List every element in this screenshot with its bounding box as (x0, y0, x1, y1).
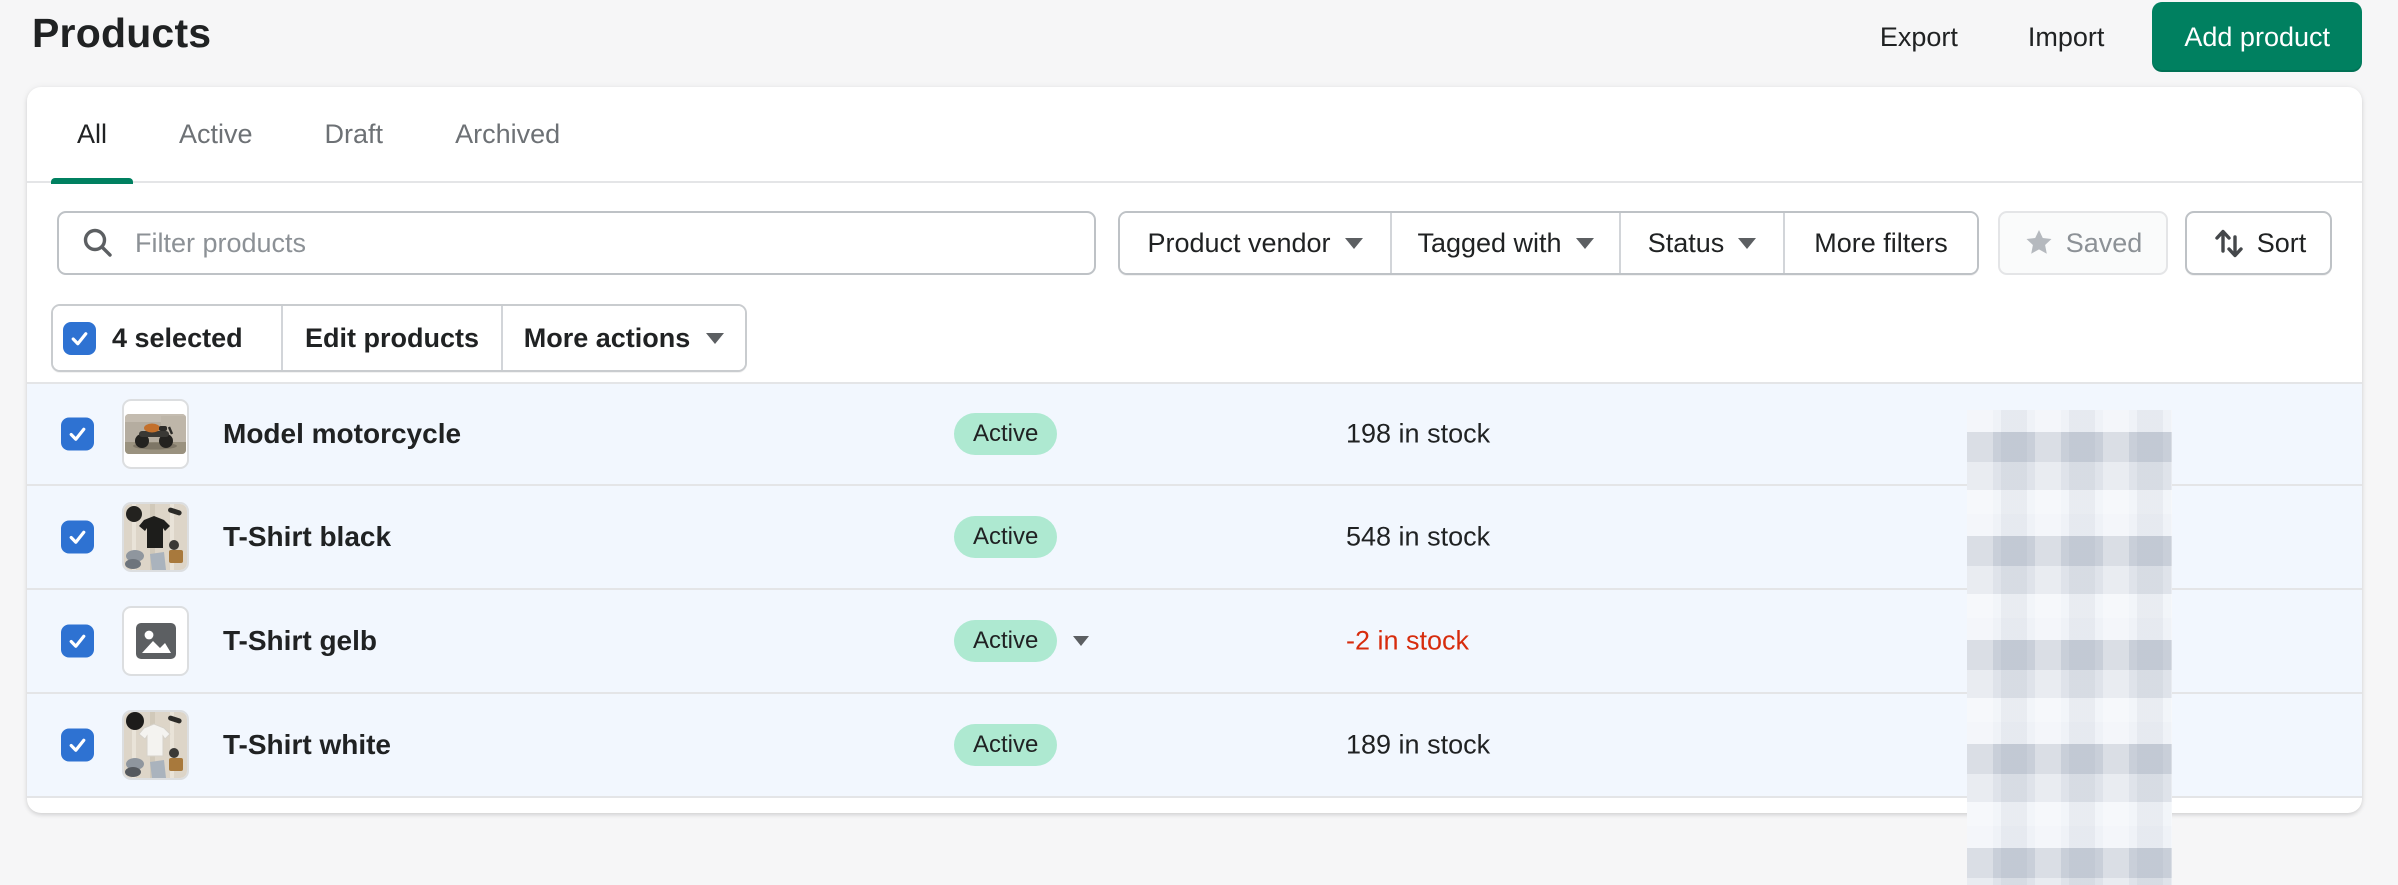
select-all-checkbox[interactable] (63, 321, 96, 355)
product-name[interactable]: T-Shirt black (223, 521, 391, 553)
product-inventory: 189 in stock (1346, 729, 1491, 760)
product-thumbnail-white-tshirt (122, 710, 189, 780)
caret-down-icon (706, 332, 725, 344)
product-inventory: 548 in stock (1346, 521, 1491, 552)
status-badge: Active (954, 724, 1058, 766)
search-icon (83, 228, 112, 257)
check-icon (71, 331, 88, 345)
check-icon (69, 530, 86, 544)
tab-active[interactable]: Active (153, 86, 279, 182)
edit-products-button[interactable]: Edit products (281, 306, 501, 370)
saved-filters-button[interactable]: Saved (1998, 211, 2168, 275)
more-filters-button[interactable]: More filters (1783, 213, 1977, 273)
sort-arrows-icon (2215, 229, 2243, 258)
tagged-with-filter-button[interactable]: Tagged with (1390, 213, 1619, 273)
sort-button[interactable]: Sort (2185, 211, 2332, 275)
product-row-tshirt-black[interactable]: T-Shirt black Active 548 in stock (27, 486, 2362, 590)
product-row-tshirt-gelb[interactable]: T-Shirt gelb Active -2 in stock (27, 590, 2362, 694)
product-thumbnail-motorcycle (122, 399, 189, 469)
product-status-cell: Active (954, 413, 1058, 455)
caret-down-icon (1344, 237, 1363, 249)
product-row-model-motorcycle[interactable]: Model motorcycle Active 198 in stock (27, 382, 2362, 486)
status-caret-down-icon[interactable] (1073, 636, 1090, 646)
import-button[interactable]: Import (2006, 12, 2127, 63)
star-icon (2026, 230, 2052, 254)
product-inventory: -2 in stock (1346, 625, 1470, 656)
tabs-bar: All Active Draft Archived (27, 86, 2362, 184)
product-status-cell: Active (954, 724, 1058, 766)
filter-bar: Product vendor Tagged with Status More f… (27, 183, 2362, 303)
page-actions: Export Import Add product (1858, 0, 2362, 74)
add-product-button[interactable]: Add product (2152, 2, 2362, 72)
product-name[interactable]: Model motorcycle (223, 418, 461, 450)
row-checkbox[interactable] (61, 520, 94, 554)
bulk-actions-bar: 4 selected Edit products More actions (27, 303, 2362, 382)
row-checkbox[interactable] (61, 417, 94, 451)
products-card: All Active Draft Archived Product vendor (27, 86, 2362, 885)
search-input[interactable] (135, 227, 1035, 259)
caret-down-icon (1738, 237, 1757, 249)
export-button[interactable]: Export (1858, 12, 1980, 63)
filter-button-group: Product vendor Tagged with Status More f… (1118, 211, 1979, 275)
more-actions-button[interactable]: More actions (501, 306, 745, 370)
product-name[interactable]: T-Shirt white (223, 729, 391, 761)
check-icon (69, 738, 86, 752)
status-filter-button[interactable]: Status (1619, 213, 1783, 273)
caret-down-icon (1575, 237, 1594, 249)
product-row-tshirt-white[interactable]: T-Shirt white Active 189 in stock (27, 694, 2362, 798)
check-icon (69, 427, 86, 441)
tab-archived[interactable]: Archived (429, 86, 586, 182)
product-thumbnail-black-tshirt (122, 502, 189, 572)
product-name[interactable]: T-Shirt gelb (223, 625, 377, 657)
product-vendor-filter-button[interactable]: Product vendor (1120, 213, 1390, 273)
product-status-cell: Active (954, 516, 1058, 558)
status-badge: Active (954, 516, 1058, 558)
row-checkbox[interactable] (61, 624, 94, 658)
products-table: Model motorcycle Active 198 in stock T-S… (27, 382, 2362, 798)
tab-all[interactable]: All (51, 86, 134, 184)
top-bar: Products Export Import Add product (0, 0, 2398, 87)
product-inventory: 198 in stock (1346, 418, 1491, 449)
select-all-toggle[interactable]: 4 selected (53, 306, 281, 370)
row-checkbox[interactable] (61, 728, 94, 762)
product-status-cell: Active (954, 620, 1090, 662)
tab-draft[interactable]: Draft (299, 86, 410, 182)
status-badge: Active (954, 620, 1058, 662)
image-placeholder-icon (122, 606, 189, 676)
bulk-actions-group: 4 selected Edit products More actions (51, 304, 747, 372)
page-title: Products (32, 10, 212, 56)
search-box[interactable] (57, 211, 1096, 275)
check-icon (69, 634, 86, 648)
status-badge: Active (954, 413, 1058, 455)
